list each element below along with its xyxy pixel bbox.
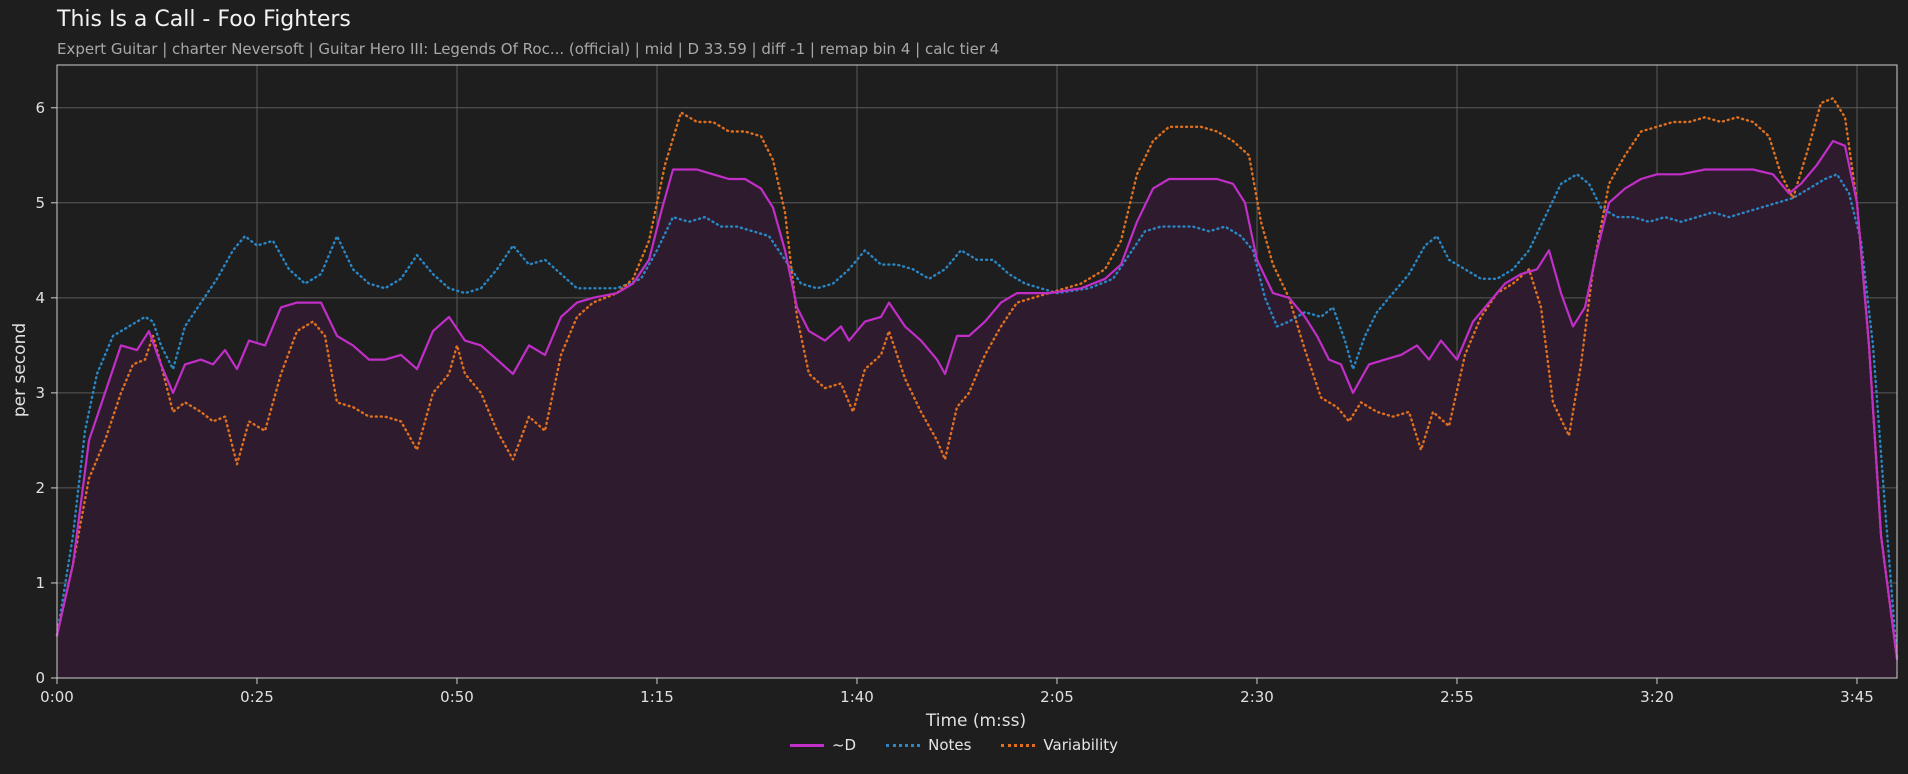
legend-swatch-d [789,743,824,747]
x-tick-label-9: 3:45 [1840,688,1874,706]
y-tick-label-2: 2 [35,479,45,497]
legend: ~D Notes Variability [0,736,1908,754]
line-chart: 0:00 0:25 0:50 1:15 1:40 2:05 2:30 2:55 3:20 3:45… [10,64,1899,731]
x-tick-label-4: 1:40 [840,688,874,706]
x-tick-label-7: 2:55 [1440,688,1474,706]
legend-label-d: ~D [831,736,857,754]
x-tick-label-5: 2:05 [1040,688,1074,706]
x-tick-label-2: 0:50 [440,688,474,706]
y-tick-label-1: 1 [35,574,45,592]
x-tick-label-8: 3:20 [1640,688,1674,706]
y-tick-label-0: 0 [35,669,45,687]
y-tick-label-6: 6 [35,99,45,117]
y-tick-label-3: 3 [35,384,45,402]
x-tick-label-1: 0:25 [240,688,274,706]
x-tick-label-6: 2:30 [1240,688,1274,706]
x-axis-label: Time (m:ss) [925,711,1026,731]
legend-swatch-notes [886,743,921,747]
y-axis-label: per second [10,323,30,417]
x-tick-label-0: 0:00 [40,688,74,706]
legend-item-d: ~D [789,736,857,754]
legend-label-notes: Notes [928,736,972,754]
chart-marks [55,97,1899,678]
y-tick-label-4: 4 [35,289,45,307]
legend-label-variability: Variability [1043,736,1119,754]
legend-swatch-variability [1001,743,1036,747]
y-tick-label-5: 5 [35,194,45,212]
legend-item-notes: Notes [886,736,971,754]
x-tick-label-3: 1:15 [640,688,674,706]
series-area-0 [57,141,1897,678]
legend-item-variability: Variability [1001,736,1118,754]
